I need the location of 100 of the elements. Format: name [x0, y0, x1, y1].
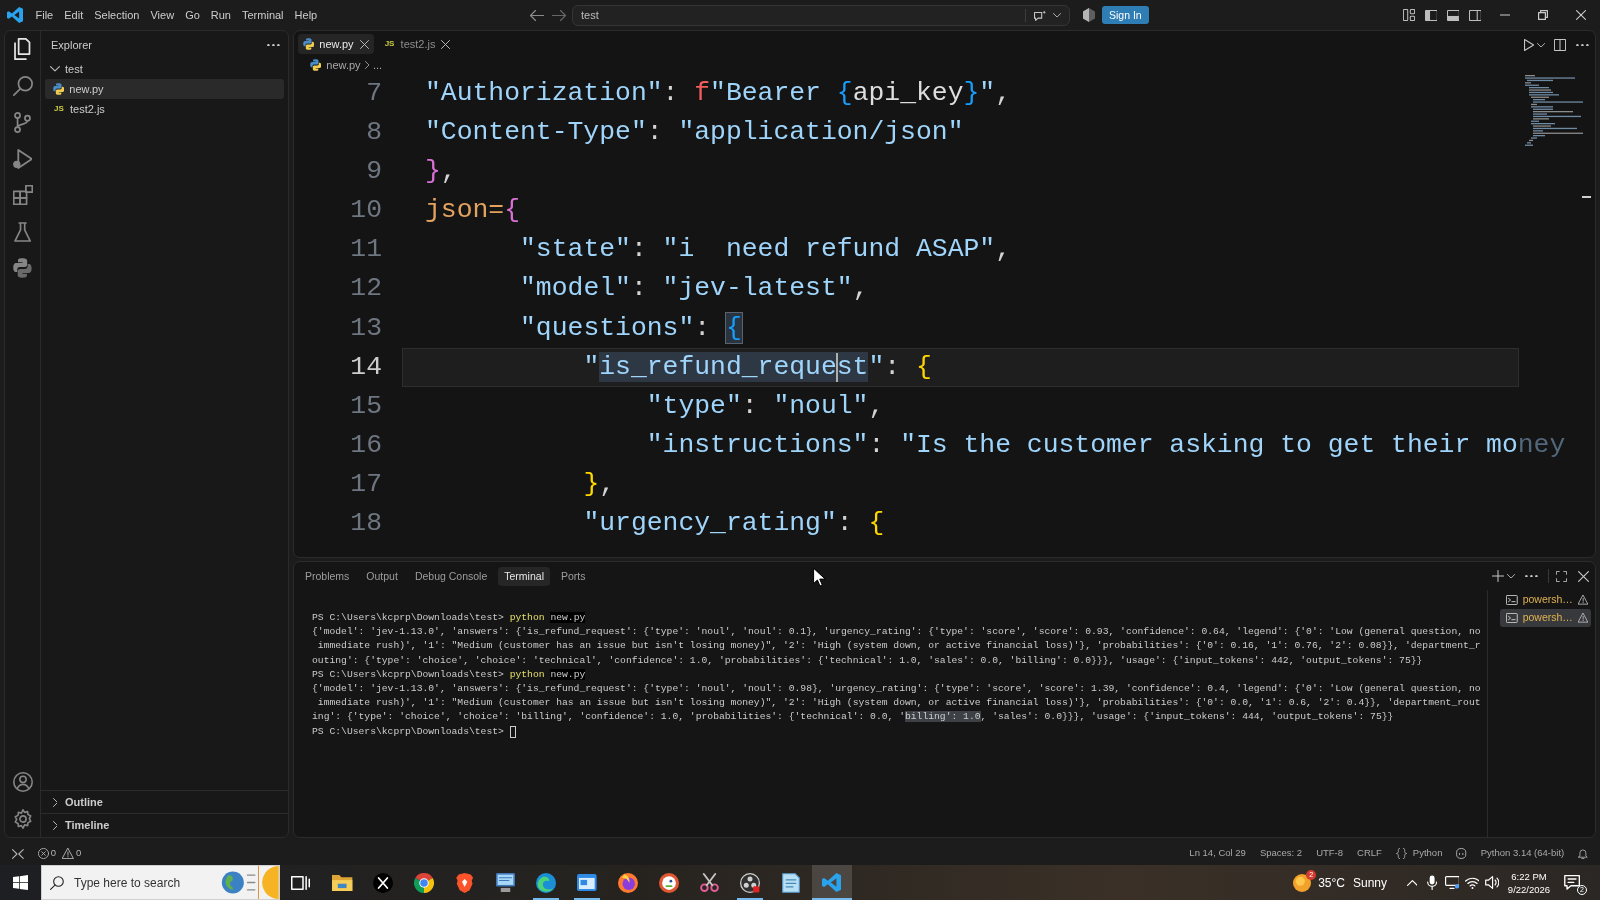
more-icon[interactable] [1576, 43, 1589, 47]
menu-item[interactable]: Run [205, 5, 237, 25]
panel-bottom-icon[interactable] [1446, 9, 1460, 21]
terminal-line: PS C:\Users\kcprp\Downloads\test> python new.py [312, 667, 587, 682]
terminal-session[interactable]: powersh… [1500, 591, 1591, 609]
play-icon[interactable] [1523, 39, 1535, 51]
split-editor-icon[interactable] [1554, 39, 1567, 51]
close-icon[interactable] [441, 39, 451, 49]
menu-item[interactable]: Terminal [236, 5, 290, 25]
taskbar-app-button[interactable] [811, 865, 853, 900]
breadcrumb-item[interactable]: ... [373, 56, 383, 74]
menu-item[interactable]: Go [179, 5, 206, 25]
sidebar-left-icon[interactable] [1424, 9, 1438, 21]
code-line: "instructions": "Is the customer asking to get their money [646, 429, 1566, 460]
shaded-hexagon-icon[interactable] [1083, 8, 1095, 22]
play-bug-icon[interactable] [12, 148, 33, 169]
editor-tab[interactable]: new.py [298, 34, 374, 54]
computer-icon[interactable] [496, 873, 516, 892]
chevron-right-icon[interactable] [52, 820, 58, 830]
more-icon[interactable] [1525, 574, 1538, 578]
language-status[interactable]: Python [1395, 846, 1443, 861]
breadcrumb-item[interactable]: new.py [310, 56, 361, 74]
panel-tab[interactable]: Ports [554, 566, 592, 586]
code-editor-icon[interactable] [822, 873, 842, 892]
status-item[interactable]: CRLF [1357, 846, 1382, 861]
blocks-icon[interactable] [12, 185, 33, 206]
chevron-up-icon[interactable] [1406, 879, 1418, 886]
wifi-icon[interactable] [1464, 876, 1480, 889]
close-icon[interactable] [1576, 10, 1586, 20]
terminal-line: outing': {'type': 'choice', 'choice': 'technical', 'confidence': 1.0, 'probabilities': {'technical': 1.0, 'sales': 0.0, 'billing': 0.0}}}, 'usage': {'input_tokens': 442, 'output_tokens': 75}} [312, 653, 1424, 668]
editor-tab[interactable]: JS test2.js [378, 34, 456, 54]
sign-in-button[interactable]: Sign In [1102, 6, 1149, 24]
search-icon[interactable] [12, 75, 33, 96]
warning-icon[interactable] [62, 848, 74, 859]
swirl-browser-icon[interactable] [536, 872, 557, 893]
ring-browser-icon[interactable] [414, 872, 434, 893]
chevron-down-icon[interactable] [1537, 42, 1546, 48]
file-tree-item[interactable]: new.py [45, 79, 284, 99]
status-item[interactable]: Ln 14, Col 29 [1189, 846, 1246, 861]
folder-icon[interactable] [332, 874, 353, 891]
settings-icon[interactable] [12, 808, 33, 829]
restore-icon[interactable] [1538, 10, 1548, 20]
notepad-icon[interactable] [782, 872, 801, 893]
file-tree-item[interactable]: test [45, 59, 284, 79]
chevron-down-icon[interactable] [1052, 12, 1061, 18]
section-header[interactable]: Timeline [41, 813, 288, 836]
bell-icon[interactable] [1578, 848, 1588, 859]
scissors-icon[interactable] [700, 873, 720, 892]
window-app-icon[interactable] [577, 874, 597, 891]
forward-arrow-icon[interactable] [552, 9, 566, 21]
search-field[interactable]: Type here to search [41, 865, 280, 900]
robot-face-icon[interactable] [1456, 848, 1467, 859]
close-icon[interactable] [359, 39, 369, 49]
menu-item[interactable]: Edit [58, 5, 89, 25]
more-icon[interactable] [267, 43, 280, 47]
sidebar-right-icon[interactable] [1468, 9, 1482, 21]
plus-icon[interactable] [1492, 570, 1505, 582]
panel-tab[interactable]: Debug Console [408, 566, 494, 586]
panel-tab[interactable]: Output [360, 566, 404, 586]
section-header[interactable]: Outline [41, 790, 288, 813]
task-view-icon[interactable] [290, 875, 310, 890]
display-icon[interactable] [1444, 876, 1460, 889]
remote-icon[interactable] [12, 848, 24, 859]
panel-tab[interactable]: Problems [299, 566, 356, 586]
chevron-down-icon[interactable] [50, 66, 60, 72]
notification-icon[interactable] [1564, 874, 1581, 890]
files-icon[interactable] [14, 38, 31, 61]
terminal-session[interactable]: powersh… [1500, 609, 1591, 627]
circle-cross-icon[interactable] [373, 872, 394, 893]
menu-item[interactable]: Selection [88, 5, 145, 25]
status-item[interactable]: UTF-8 [1316, 846, 1344, 861]
file-tree-item[interactable]: JS test2.js [45, 99, 284, 119]
microphone-icon[interactable] [1426, 875, 1438, 890]
menu-item[interactable]: View [144, 5, 180, 25]
workspace-search-button[interactable]: test [573, 5, 1026, 25]
start-icon[interactable] [12, 875, 28, 890]
error-icon[interactable] [37, 848, 49, 859]
code-line: "Content-Type": "application/json" [425, 117, 964, 148]
chevron-right-icon[interactable] [52, 797, 58, 807]
branch-icon[interactable] [14, 111, 31, 133]
menu-item[interactable]: Help [289, 5, 323, 25]
status-item[interactable]: Spaces: 2 [1259, 846, 1303, 861]
close-icon[interactable] [1578, 570, 1589, 582]
layout-icon[interactable] [1403, 9, 1415, 21]
menu-item[interactable]: File [30, 5, 59, 25]
back-arrow-icon[interactable] [530, 9, 544, 21]
panel-tab[interactable]: Terminal [498, 566, 550, 586]
chevron-down-icon[interactable] [1507, 573, 1516, 579]
three-dot-circle-icon[interactable] [740, 872, 761, 893]
snakes-logo-icon[interactable] [13, 258, 32, 279]
line-number: 8 [365, 116, 382, 150]
speaker-icon[interactable] [1485, 876, 1499, 889]
maximize-icon[interactable] [1556, 570, 1567, 582]
chat-sparkle-icon[interactable] [1034, 9, 1047, 21]
account-icon[interactable] [12, 772, 33, 793]
flame-globe-icon[interactable] [617, 872, 638, 893]
face-circle-icon[interactable] [658, 872, 679, 893]
beaker-icon[interactable] [13, 221, 32, 242]
status-item[interactable]: Python 3.14 (64-bit) [1480, 846, 1565, 861]
shield-icon[interactable] [456, 872, 474, 893]
